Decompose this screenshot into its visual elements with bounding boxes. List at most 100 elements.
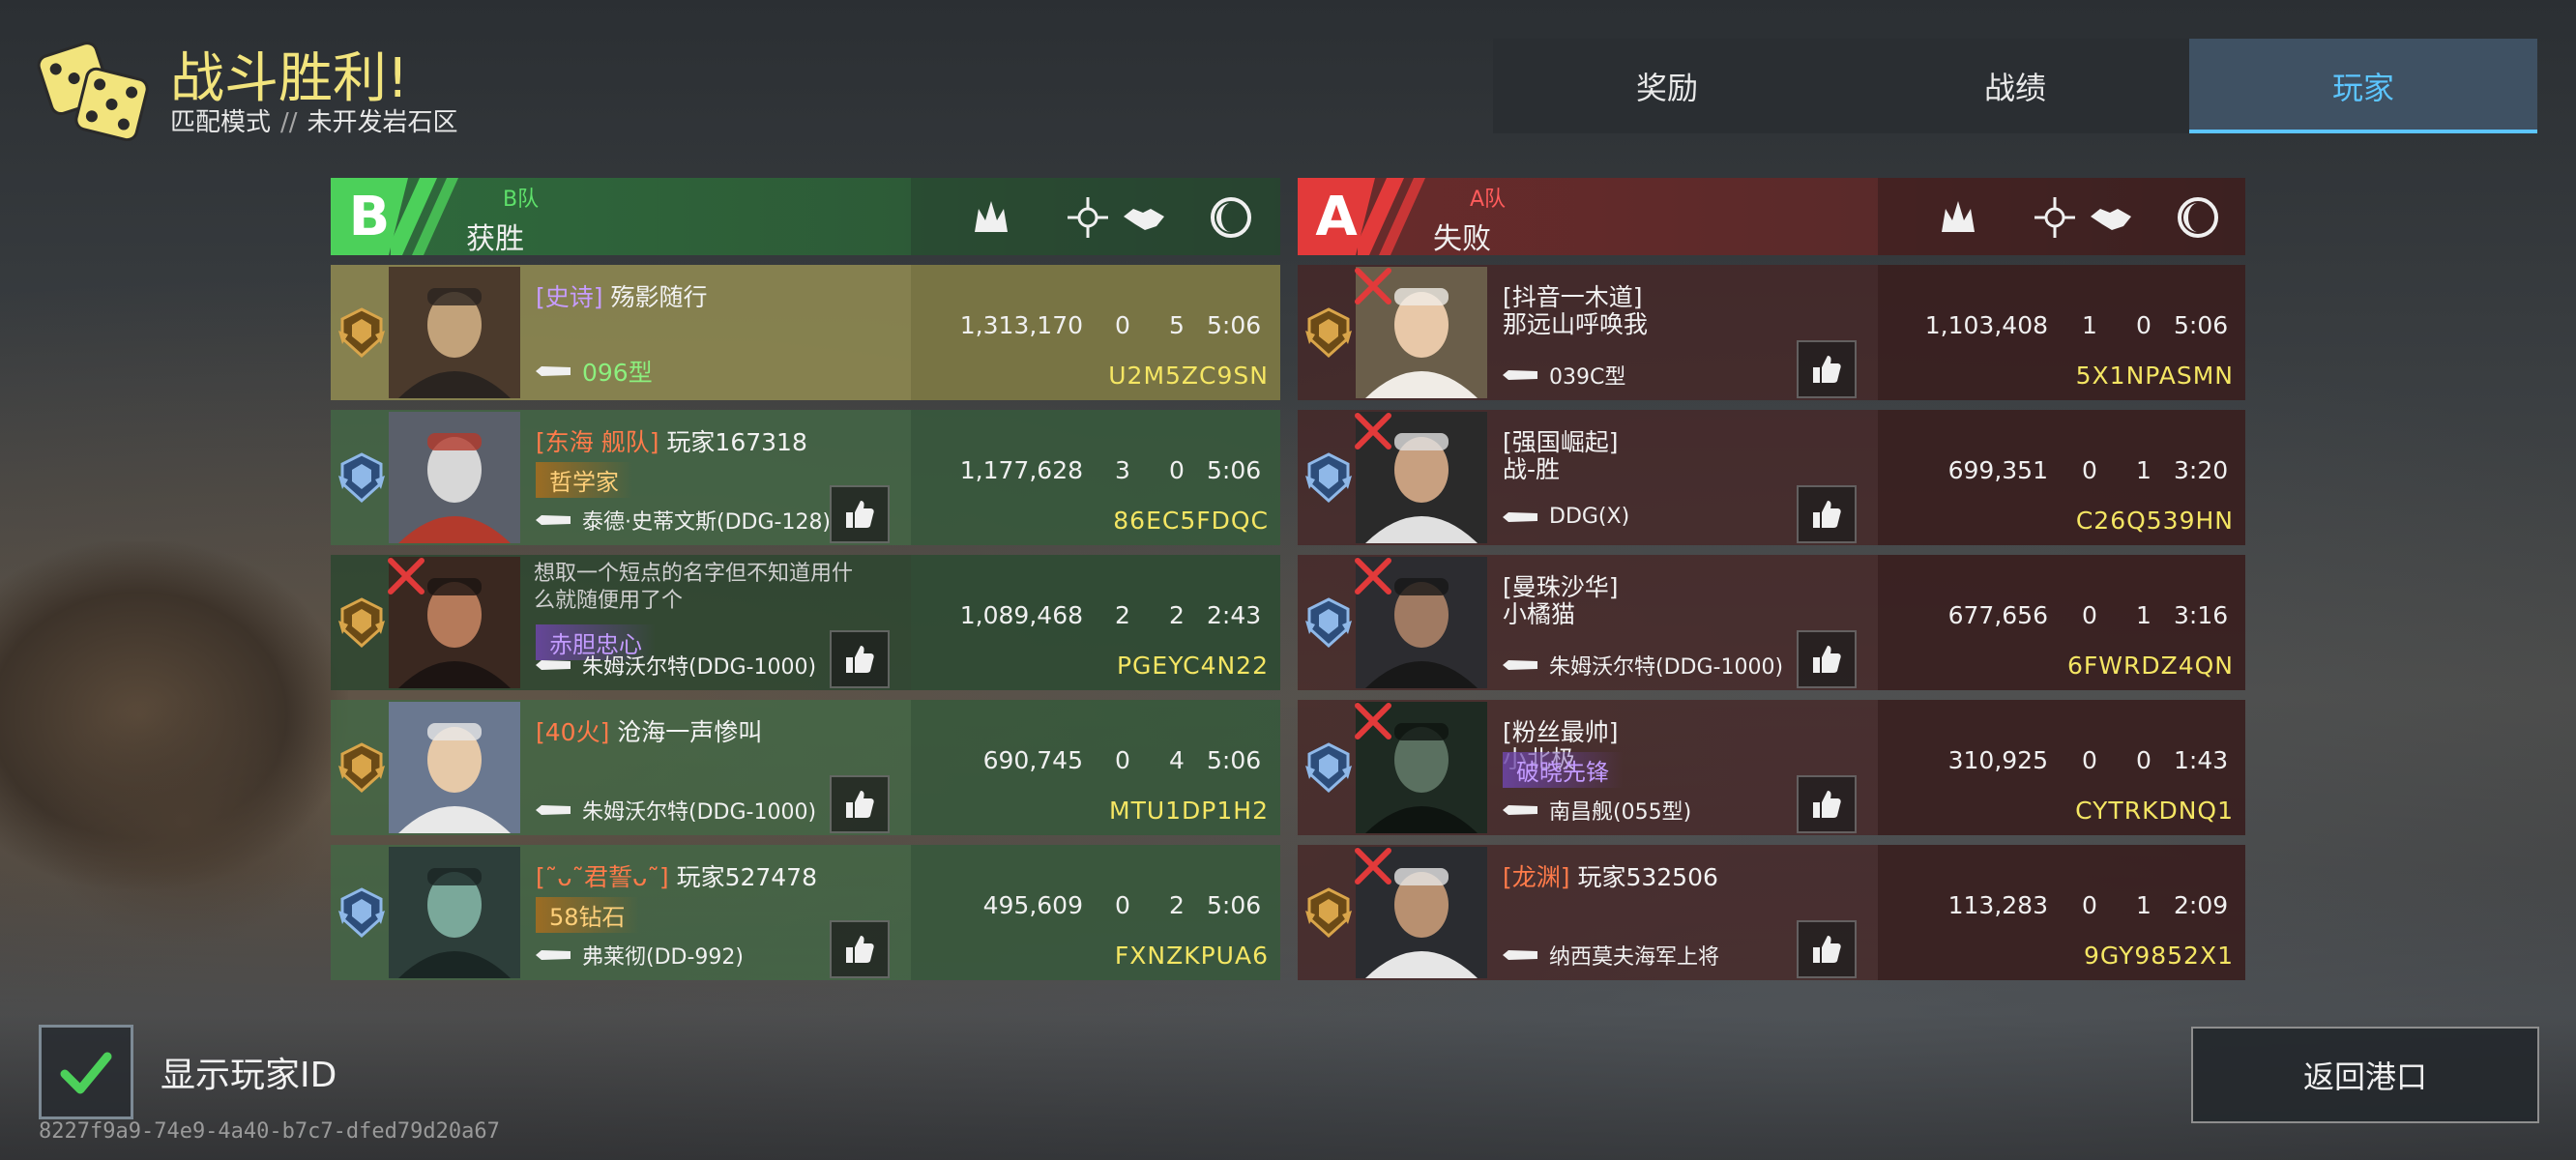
player-name: 玩家167318 [666, 428, 807, 456]
damage-icon [975, 201, 1008, 232]
ship-name: 096型 [582, 359, 653, 387]
gold-rank-icon [338, 597, 385, 649]
ship-icon [1503, 805, 1537, 815]
player-clan: [史诗] [536, 283, 603, 311]
destroyed-icon [1355, 848, 1391, 884]
ship-name: 弗莱彻(DD-992) [582, 945, 744, 970]
assists-count: 1 [2136, 456, 2152, 484]
return-to-port-button[interactable]: 返回港口 [2191, 1027, 2539, 1123]
like-button[interactable] [830, 485, 890, 543]
ship-icon [536, 515, 571, 525]
ship-name: 朱姆沃尔特(DDG-1000) [582, 800, 817, 825]
ship-name: 南昌舰(055型) [1549, 800, 1692, 825]
team-a-panel: A A队 失败 [抖音一木道] 那远山呼唤我 039C型 1,103,408 1 0 5:0… [1298, 178, 2245, 990]
assists-count: 2 [1169, 891, 1185, 919]
player-name-line: [˜ᴗ˜君誓ᴗ˜] 玩家527478 [536, 858, 817, 893]
kills-count: 0 [1115, 891, 1130, 919]
survival-time: 5:06 [1207, 746, 1262, 774]
player-name: 想取一个短点的名字但不知道用什么就随便用了个 [534, 562, 854, 613]
match-info: 匹配模式 // 未开发岩石区 [170, 102, 458, 138]
survival-time: 3:16 [2174, 601, 2229, 629]
dice-icon [37, 42, 149, 141]
avatar-image [389, 847, 520, 978]
survival-time-icon [1211, 197, 1251, 238]
ship-icon [536, 950, 571, 960]
player-id: U2M5ZC9SN [1108, 362, 1269, 390]
silver-star-rank-icon [1305, 742, 1352, 794]
kills-count: 0 [2082, 891, 2097, 919]
damage-score: 1,177,628 [959, 456, 1083, 484]
player-row: [曼珠沙华] 小橘猫 朱姆沃尔特(DDG-1000) 677,656 0 1 3:16 6FW… [1298, 555, 2245, 690]
damage-icon [1942, 201, 1975, 232]
assists-count: 1 [2136, 601, 2152, 629]
page-title: 战斗胜利! [170, 47, 409, 110]
player-avatar [389, 702, 520, 833]
assists-icon [1124, 209, 1164, 230]
player-clan: [˜ᴗ˜君誓ᴗ˜] [536, 863, 669, 891]
silver-star-rank-icon [338, 887, 385, 939]
player-title-badge: 破晓先锋 [1503, 752, 1623, 788]
assists-count: 4 [1169, 746, 1185, 774]
ship-info: 朱姆沃尔特(DDG-1000) [536, 650, 816, 681]
assists-count: 0 [2136, 311, 2152, 339]
thumbs-up-icon [846, 501, 874, 528]
thumbs-up-icon [1813, 791, 1841, 818]
ship-info: 096型 [536, 354, 653, 389]
player-row: [粉丝最帅]小北极破晓先锋南昌舰(055型)310,925001:43CYTRK… [1298, 700, 2245, 835]
like-button[interactable] [830, 920, 890, 978]
like-button[interactable] [1797, 340, 1857, 398]
tab-rewards[interactable]: 奖励 [1493, 39, 1841, 133]
gold-rank-icon [1305, 307, 1352, 359]
team-result: 失败 [1433, 222, 1491, 256]
player-id: 6FWRDZ4QN [2066, 652, 2234, 680]
tab-players[interactable]: 玩家 [2189, 39, 2537, 133]
like-button[interactable] [1797, 920, 1857, 978]
team-result: 获胜 [466, 222, 524, 256]
player-name: 战-胜 [1503, 455, 1561, 483]
team-b-panel: B B队 获胜 [史诗] 殇影随行 096型 1,313,170 0 5 5:06 U2M5… [331, 178, 1280, 990]
assists-count: 0 [2136, 746, 2152, 774]
assists-count: 0 [1169, 456, 1185, 484]
match-mode: 匹配模式 [170, 108, 272, 137]
player-name-line: [史诗] 殇影随行 [536, 278, 707, 313]
thumbs-up-icon [1813, 501, 1841, 528]
show-player-id-checkbox[interactable] [39, 1025, 133, 1119]
team-tag: B队 [503, 188, 540, 212]
ship-icon [1503, 950, 1537, 960]
team-stripes [391, 178, 458, 255]
session-id: 8227f9a9-74e9-4a40-b7c7-dfed79d20a67 [39, 1119, 500, 1144]
survival-time: 5:06 [1207, 456, 1262, 484]
player-name: 玩家532506 [1577, 863, 1718, 891]
player-id: 9GY9852X1 [2084, 942, 2234, 970]
assists-count: 5 [1169, 311, 1185, 339]
like-button[interactable] [1797, 630, 1857, 688]
player-name-line: [东海 舰队] 玩家167318 [536, 423, 807, 458]
ship-icon [1503, 660, 1537, 670]
like-button[interactable] [1797, 775, 1857, 833]
destroyed-icon [1355, 268, 1391, 304]
gold-star-rank-icon [338, 307, 385, 359]
show-player-id-toggle[interactable]: 显示玩家ID [39, 1025, 337, 1119]
thumbs-up-icon [1813, 646, 1841, 673]
ship-info: 朱姆沃尔特(DDG-1000) [1503, 650, 1783, 681]
ship-name: 纳西莫夫海军上将 [1549, 945, 1720, 970]
ship-name: 泰德·史蒂文斯(DDG-128) [582, 510, 832, 535]
survival-time: 5:06 [1207, 311, 1262, 339]
player-id: C26Q539HN [2075, 507, 2234, 535]
team-stripes [1358, 178, 1425, 255]
assists-count: 2 [1169, 601, 1185, 629]
like-button[interactable] [830, 775, 890, 833]
player-row: [史诗] 殇影随行 096型 1,313,170 0 5 5:06 U2M5ZC9SN [331, 265, 1280, 400]
player-name-line: [40火] 沧海一声惨叫 [536, 713, 762, 748]
thumbs-up-icon [846, 646, 874, 673]
kills-icon [1068, 197, 1108, 238]
like-button[interactable] [830, 630, 890, 688]
player-name: 殇影随行 [610, 283, 708, 311]
tab-record[interactable]: 战绩 [1841, 39, 2189, 133]
like-button[interactable] [1797, 485, 1857, 543]
player-row: [强国崛起] 战-胜 DDG(X) 699,351 0 1 3:20 C26Q539HN [1298, 410, 2245, 545]
player-title-badge: 58钻石 [536, 897, 639, 933]
survival-time: 2:09 [2174, 891, 2229, 919]
damage-score: 113,283 [1947, 891, 2048, 919]
player-clan: [东海 舰队] [536, 428, 659, 456]
